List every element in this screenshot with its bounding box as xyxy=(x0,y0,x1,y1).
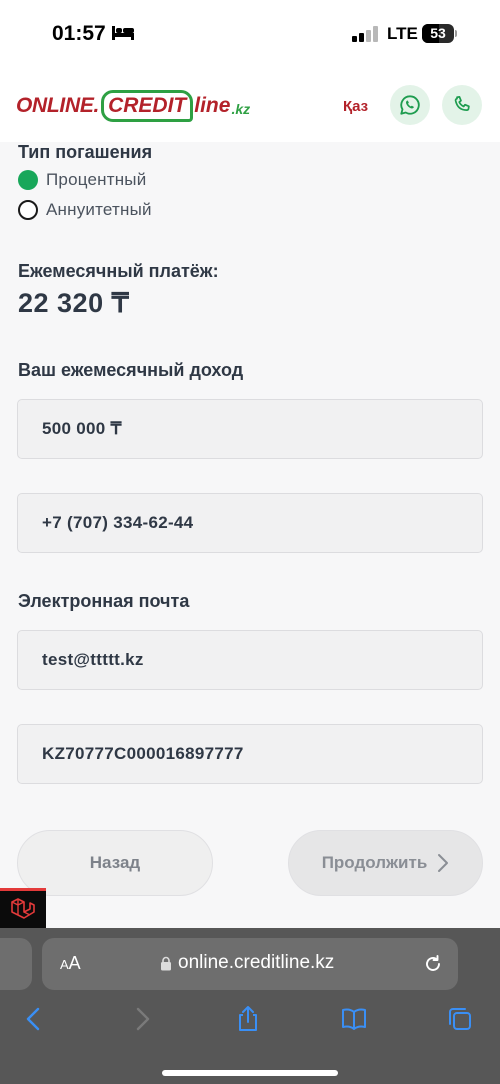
back-arrow-icon[interactable] xyxy=(19,1004,49,1034)
email-label: Электронная почта xyxy=(18,591,190,611)
language-switch[interactable]: Қаз xyxy=(343,98,368,115)
monthly-payment-label: Ежемесячный платёж: xyxy=(18,261,219,281)
logo-text-online: ONLINE. xyxy=(16,94,100,117)
browser-toolbar: AA online.creditline.kz xyxy=(0,928,500,1084)
back-button-label: Назад xyxy=(89,853,141,872)
previous-tab[interactable] xyxy=(0,938,32,990)
battery-icon: 53 xyxy=(422,24,457,43)
radio-label-percent: Процентный xyxy=(46,170,147,189)
monthly-payment-value: 22 320 ₸ xyxy=(18,288,130,318)
radio-option-annuity[interactable]: Аннуитетный xyxy=(18,200,152,220)
creditline-logo[interactable]: ONLINE. CREDIT line .kz xyxy=(16,88,250,124)
income-label: Ваш ежемесячный доход xyxy=(18,360,244,380)
cellular-signal-icon xyxy=(352,26,378,42)
radio-option-percent[interactable]: Процентный xyxy=(18,170,146,190)
call-button[interactable] xyxy=(442,85,482,125)
status-bar: 01:57 LTE 53 xyxy=(0,0,500,68)
phone-input[interactable]: +7 (707) 334-62-44 xyxy=(17,493,483,553)
radio-selected-icon[interactable] xyxy=(18,170,38,190)
whatsapp-button[interactable] xyxy=(390,85,430,125)
iban-input[interactable]: KZ70777C000016897777 xyxy=(17,724,483,784)
debugbar-toggle[interactable] xyxy=(0,888,46,928)
email-input[interactable]: test@ttttt.kz xyxy=(17,630,483,690)
continue-button[interactable]: Продолжить xyxy=(288,830,483,896)
bookmarks-icon[interactable] xyxy=(339,1004,369,1034)
url-text: online.creditline.kz xyxy=(178,952,335,973)
share-icon[interactable] xyxy=(233,1004,263,1034)
home-indicator[interactable] xyxy=(162,1070,338,1076)
forward-arrow-icon[interactable] xyxy=(127,1004,157,1034)
status-time: 01:57 xyxy=(52,22,106,45)
radio-label-annuity: Аннуитетный xyxy=(46,200,152,219)
logo-text-credit: CREDIT xyxy=(101,90,194,122)
chevron-right-icon xyxy=(438,854,449,872)
repayment-type-label: Тип погашения xyxy=(18,142,153,162)
network-type: LTE xyxy=(387,24,418,43)
reload-icon[interactable] xyxy=(422,953,444,975)
logo-text-kz: .kz xyxy=(231,101,251,117)
back-button[interactable]: Назад xyxy=(17,830,213,896)
tabs-icon[interactable] xyxy=(445,1004,475,1034)
income-input[interactable]: 500 000 ₸ xyxy=(17,399,483,459)
logo-text-line: line xyxy=(194,94,231,117)
continue-button-label: Продолжить xyxy=(321,853,428,872)
whatsapp-icon xyxy=(400,95,420,115)
sleep-mode-icon xyxy=(112,26,134,40)
site-header: ONLINE. CREDIT line .kz Қаз xyxy=(0,68,500,142)
lock-icon xyxy=(161,956,171,971)
battery-level: 53 xyxy=(430,25,446,41)
radio-unselected-icon[interactable] xyxy=(18,200,38,220)
phone-icon xyxy=(454,95,470,112)
address-bar[interactable]: AA online.creditline.kz xyxy=(42,938,458,990)
laravel-icon xyxy=(11,897,35,919)
reader-settings-button[interactable]: AA xyxy=(60,953,81,974)
